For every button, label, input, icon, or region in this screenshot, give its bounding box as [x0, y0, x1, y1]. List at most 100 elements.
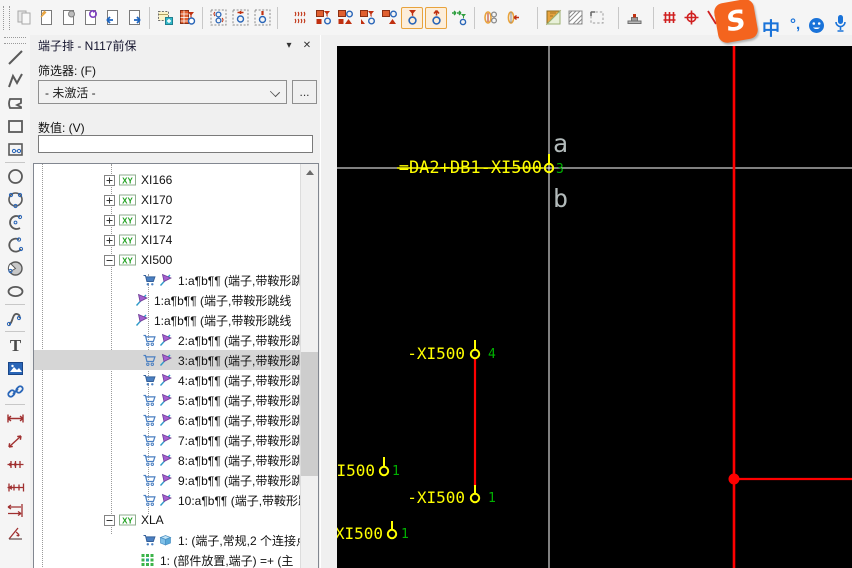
tree-label: XLA	[141, 513, 164, 527]
arc-3point-tool-icon[interactable]	[4, 234, 26, 256]
ellipse-tool-icon[interactable]	[4, 280, 26, 302]
corner-fill-icon[interactable]	[543, 8, 563, 28]
tree-row[interactable]: 8:a¶b¶¶ (端子,带鞍形跳线	[34, 450, 318, 470]
terminal-strip-box-icon[interactable]	[230, 8, 250, 28]
previous-page-icon[interactable]	[102, 8, 122, 28]
plc-assign-icon[interactable]	[502, 8, 522, 28]
tree-row[interactable]: 1: (部件放置,端子) =+ (主	[34, 550, 318, 568]
spline-tool-icon[interactable]	[4, 307, 26, 329]
tree-row[interactable]: XLA	[34, 510, 318, 530]
tree-row[interactable]: 1: (端子,常规,2 个连接点	[34, 530, 318, 550]
tree-label: 4:a¶b¶¶ (端子,带鞍形跳线	[178, 372, 315, 389]
tree-row[interactable]: 1:a¶b¶¶ (端子,带鞍形跳线	[34, 270, 318, 290]
new-page-icon[interactable]	[36, 8, 56, 28]
dimension-baseline-icon[interactable]	[4, 476, 26, 498]
terminal-tree: XI166 XI170 XI172 XI174 XI500 1:a¶b¶¶ (端…	[33, 163, 319, 568]
collapse-minus-icon[interactable]	[104, 255, 115, 266]
dimension-linear-icon[interactable]	[4, 407, 26, 429]
page-sync-icon[interactable]	[80, 8, 100, 28]
copy-format-icon[interactable]	[14, 8, 34, 28]
tree-label: XI166	[141, 173, 172, 187]
terminal-level-box-icon[interactable]	[252, 8, 272, 28]
red-target-icon[interactable]	[681, 8, 701, 28]
selection-box-icon[interactable]	[587, 8, 607, 28]
tree-scrollbar[interactable]	[300, 164, 318, 568]
tree-row[interactable]: 2:a¶b¶¶ (端子,带鞍形跳线	[34, 330, 318, 350]
hatch-fill-icon[interactable]	[565, 8, 585, 28]
circle-3point-tool-icon[interactable]	[4, 188, 26, 210]
tree-row[interactable]: XI170	[34, 190, 318, 210]
filter-browse-button[interactable]: ...	[292, 80, 317, 104]
ime-emoji-icon[interactable]	[808, 17, 825, 37]
flag-icon	[158, 333, 173, 347]
tree-row[interactable]: 9:a¶b¶¶ (端子,带鞍形跳线	[34, 470, 318, 490]
tree-row-selected[interactable]: 3:a¶b¶¶ (端子,带鞍形跳线	[34, 350, 318, 370]
strip-filter-up-icon[interactable]	[357, 8, 377, 28]
dimension-aligned-icon[interactable]	[4, 430, 26, 452]
terminals-navigator-icon[interactable]	[208, 8, 228, 28]
expand-plus-icon[interactable]	[104, 215, 115, 226]
tree-row[interactable]: XI172	[34, 210, 318, 230]
panel-titlebar[interactable]: 端子排 - N117前保 ▾ ✕	[30, 35, 320, 56]
scrollbar-thumb[interactable]	[301, 352, 318, 476]
dimension-angle-icon[interactable]	[4, 522, 26, 544]
tree-row[interactable]: XI500	[34, 250, 318, 270]
rectangle-tool-icon[interactable]	[4, 115, 26, 137]
terminal-label: -XI500	[407, 488, 465, 507]
terminal-move-active-icon[interactable]	[425, 7, 447, 29]
strip-select-down-icon[interactable]	[335, 8, 355, 28]
collapse-minus-icon[interactable]	[104, 515, 115, 526]
jumper-icon[interactable]	[449, 8, 469, 28]
red-bars-icon[interactable]	[659, 8, 679, 28]
strip-select-up-icon[interactable]	[379, 8, 399, 28]
page-properties-icon[interactable]	[58, 8, 78, 28]
image-tool-icon[interactable]	[4, 357, 26, 379]
insert-device-icon[interactable]	[155, 8, 175, 28]
tree-label: 1:a¶b¶¶ (端子,带鞍形跳线	[178, 272, 315, 289]
panel-close-button[interactable]: ✕	[300, 38, 314, 52]
expand-plus-icon[interactable]	[104, 175, 115, 186]
sogou-ime-logo[interactable]: S	[713, 0, 759, 44]
tree-row[interactable]: 7:a¶b¶¶ (端子,带鞍形跳线	[34, 430, 318, 450]
line-tool-icon[interactable]	[4, 46, 26, 68]
filter-combobox[interactable]: - 未激活 -	[38, 80, 287, 104]
strip-filter-down-icon[interactable]	[313, 8, 333, 28]
text-tool-icon[interactable]: T	[4, 334, 26, 356]
ime-language-toggle[interactable]: 中	[762, 15, 780, 41]
polygon-tool-icon[interactable]	[4, 92, 26, 114]
tree-row[interactable]: 1:a¶b¶¶ (端子,带鞍形跳线	[34, 310, 318, 330]
dimension-increment-icon[interactable]	[4, 499, 26, 521]
tree-row[interactable]: XI166	[34, 170, 318, 190]
expand-plus-icon[interactable]	[104, 195, 115, 206]
rectangle-2point-tool-icon[interactable]	[4, 138, 26, 160]
multi-terminals-icon[interactable]	[291, 8, 311, 28]
next-page-icon[interactable]	[124, 8, 144, 28]
tree-row[interactable]: XI174	[34, 230, 318, 250]
tree-row[interactable]: 10:a¶b¶¶ (端子,带鞍形跳	[34, 490, 318, 510]
ime-microphone-icon[interactable]	[833, 14, 848, 37]
circle-tool-icon[interactable]	[4, 165, 26, 187]
terminal-filter-active-icon[interactable]	[401, 7, 423, 29]
dimension-chain-icon[interactable]	[4, 453, 26, 475]
toolbar-drag-handle[interactable]	[4, 37, 26, 44]
panel-menu-button[interactable]: ▾	[282, 38, 296, 52]
scroll-up-button[interactable]	[301, 164, 318, 181]
value-input[interactable]	[38, 135, 313, 153]
sector-tool-icon[interactable]	[4, 257, 26, 279]
toolbar-drag-handle[interactable]	[3, 6, 10, 30]
ime-punctuation-toggle[interactable]: °,	[790, 16, 800, 33]
hyperlink-tool-icon[interactable]	[4, 380, 26, 402]
tree-row[interactable]: 1:a¶b¶¶ (端子,带鞍形跳线	[34, 290, 318, 310]
schematic-canvas[interactable]: =DA2+DB1-XI500 -XI500 -XI500 -XI500 -XI5…	[337, 46, 852, 568]
tree-row[interactable]: 5:a¶b¶¶ (端子,带鞍形跳线	[34, 390, 318, 410]
plc-addresses-icon[interactable]	[480, 8, 500, 28]
device-navigator-icon[interactable]	[177, 8, 197, 28]
expand-plus-icon[interactable]	[104, 235, 115, 246]
toolbar-separator	[202, 7, 203, 29]
arc-tool-icon[interactable]	[4, 211, 26, 233]
stamp-tool-icon[interactable]	[624, 8, 644, 28]
polyline-tool-icon[interactable]	[4, 69, 26, 91]
tree-label: 3:a¶b¶¶ (端子,带鞍形跳线	[178, 352, 315, 369]
tree-row[interactable]: 6:a¶b¶¶ (端子,带鞍形跳线	[34, 410, 318, 430]
tree-row[interactable]: 4:a¶b¶¶ (端子,带鞍形跳线	[34, 370, 318, 390]
